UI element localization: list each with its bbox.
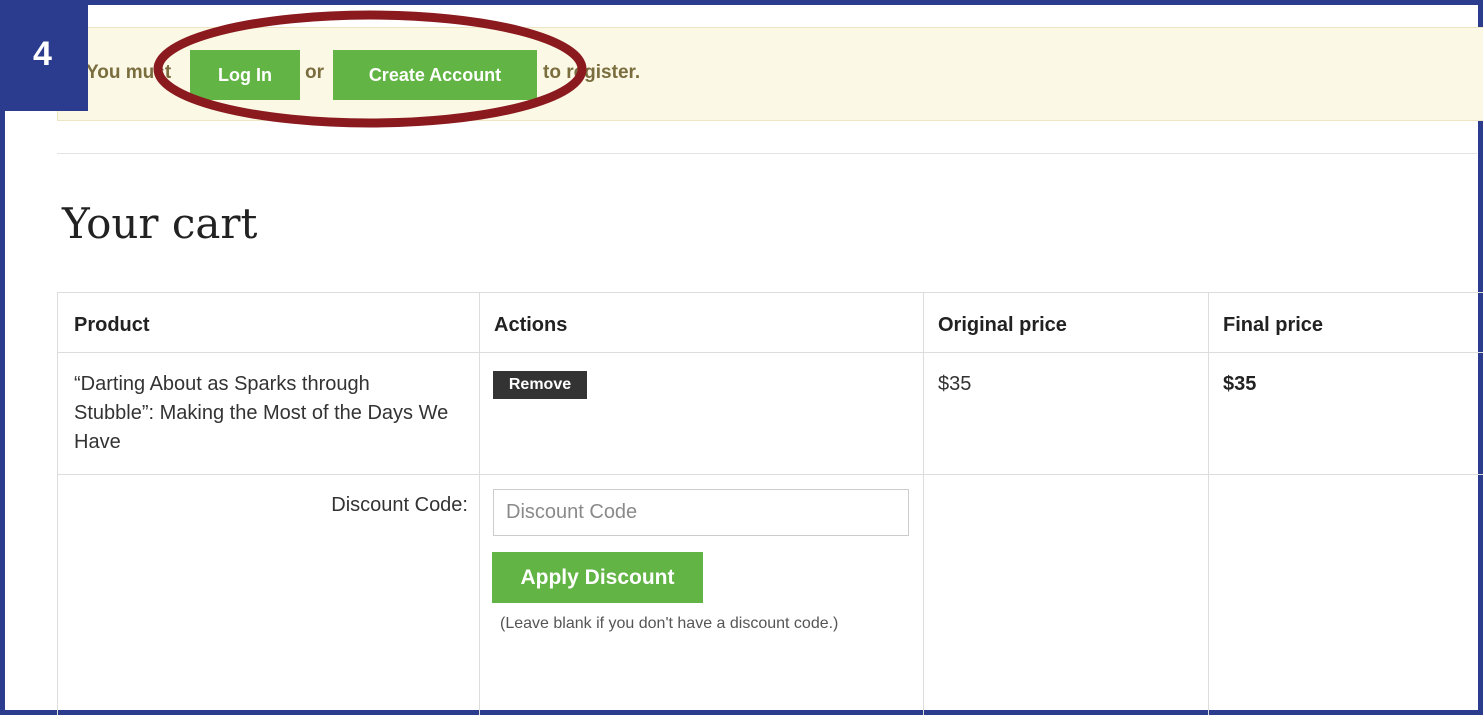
table-header-divider [57, 352, 1483, 353]
final-price: $35 [1223, 373, 1257, 395]
discount-code-label: Discount Code: [331, 494, 468, 516]
header-original-price: Original price [938, 314, 1067, 336]
page-title: Your cart [62, 199, 258, 248]
header-product: Product [74, 314, 150, 336]
table-column-divider [1208, 292, 1209, 715]
table-column-divider [923, 292, 924, 715]
product-name[interactable]: “Darting About as Sparks through Stubble… [74, 370, 454, 457]
section-divider [57, 153, 1477, 154]
table-row-divider [57, 474, 1483, 475]
apply-discount-button[interactable]: Apply Discount [492, 552, 703, 603]
discount-hint: (Leave blank if you don't have a discoun… [500, 615, 839, 632]
highlight-ellipse [153, 10, 587, 128]
header-final-price: Final price [1223, 314, 1324, 336]
discount-code-input[interactable] [493, 489, 909, 536]
remove-button[interactable]: Remove [493, 371, 587, 399]
step-badge: 4 [5, 5, 88, 111]
header-actions: Actions [494, 314, 568, 336]
table-column-divider [479, 292, 480, 715]
original-price: $35 [938, 373, 972, 395]
